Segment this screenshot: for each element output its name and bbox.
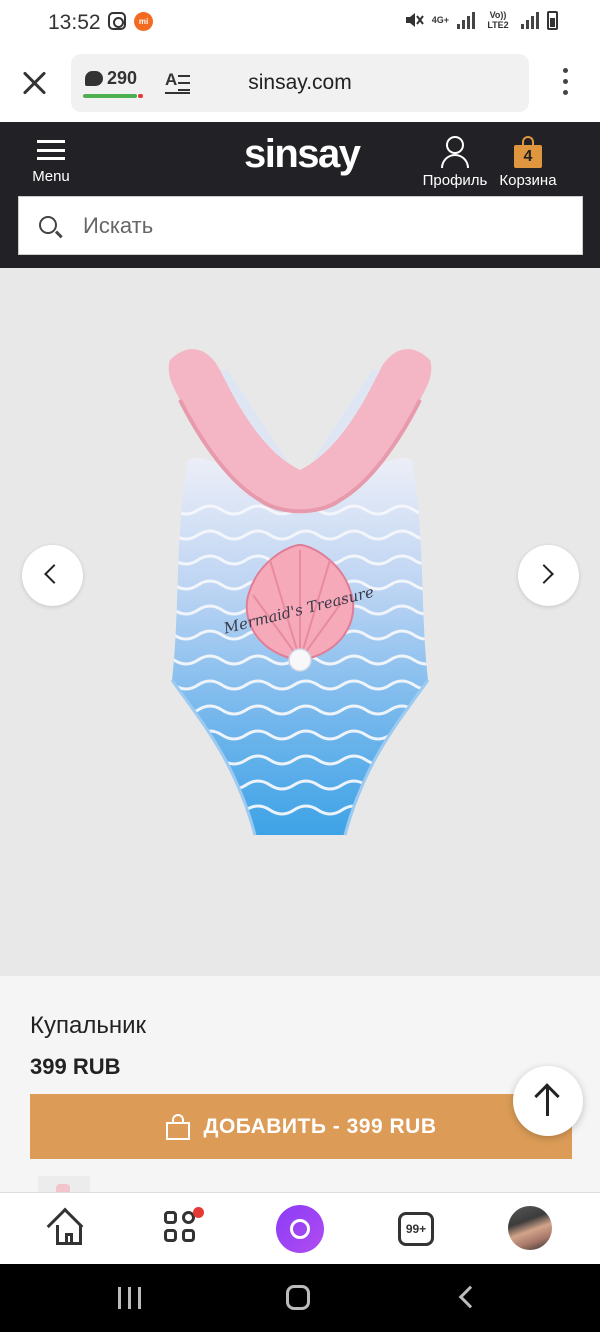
menu-label: Menu: [32, 168, 70, 185]
product-gallery[interactable]: Mermaid's Treasure: [0, 268, 600, 976]
network-type: 4G+: [431, 15, 449, 25]
bag-icon: [165, 1113, 190, 1140]
status-time: 13:52: [48, 11, 101, 34]
cart-count: 4: [514, 145, 542, 168]
product-info: Купальник 399 RUB ДОБАВИТЬ - 399 RUB: [0, 976, 600, 1192]
tabs-icon[interactable]: 99+: [396, 1207, 440, 1251]
system-nav-bar: [0, 1264, 600, 1332]
url-field[interactable]: 290 A sinsay.com: [71, 54, 529, 112]
battery-icon: [547, 10, 558, 30]
menu-button[interactable]: Menu: [28, 140, 74, 185]
product-name: Купальник: [30, 1012, 146, 1039]
status-bar: 13:52 mi 4G+ Vo)) LTE2: [0, 0, 600, 46]
recents-icon[interactable]: [118, 1287, 142, 1309]
cart-label: Корзина: [499, 172, 557, 189]
home-icon[interactable]: [46, 1207, 91, 1251]
product-image: Mermaid's Treasure: [168, 349, 432, 836]
cart-button[interactable]: 4 Корзина: [494, 136, 562, 189]
mi-notification-icon: mi: [134, 12, 153, 31]
close-icon[interactable]: [18, 66, 52, 100]
scroll-to-top-button[interactable]: [513, 1066, 583, 1136]
alice-icon[interactable]: [276, 1205, 324, 1253]
signal-icon: [457, 11, 475, 29]
status-icons: 4G+ Vo)) LTE2: [404, 10, 558, 30]
search-icon: [39, 216, 57, 234]
prev-image-button[interactable]: [22, 545, 83, 606]
product-thumbnail[interactable]: [38, 1176, 90, 1192]
chevron-left-icon: [44, 564, 64, 584]
back-icon[interactable]: [458, 1285, 482, 1309]
more-vert-icon[interactable]: [557, 68, 573, 100]
avatar[interactable]: [508, 1206, 552, 1250]
profile-icon: [440, 136, 470, 168]
browser-address-bar: 290 A sinsay.com: [0, 46, 600, 122]
add-to-cart-button[interactable]: ДОБАВИТЬ - 399 RUB: [30, 1094, 572, 1159]
next-image-button[interactable]: [518, 545, 579, 606]
site-header: Menu sinsay Профиль 4 Корзина: [0, 122, 600, 268]
browser-bottom-nav: 99+: [0, 1192, 600, 1264]
volte-label: Vo)) LTE2: [487, 10, 509, 30]
profile-label: Профиль: [422, 172, 488, 189]
product-price: 399 RUB: [30, 1054, 121, 1079]
sinsay-logo[interactable]: sinsay: [244, 132, 361, 177]
tabs-count: 99+: [398, 1212, 434, 1246]
chevron-right-icon: [534, 564, 554, 584]
cart-icon: 4: [514, 136, 542, 168]
instagram-icon: [108, 12, 126, 30]
search-box[interactable]: [18, 196, 583, 255]
add-to-cart-label: ДОБАВИТЬ - 399 RUB: [203, 1114, 437, 1138]
mute-icon: [405, 13, 424, 27]
system-home-icon[interactable]: [286, 1285, 310, 1310]
menu-icon: [37, 140, 65, 160]
search-input[interactable]: [83, 211, 563, 241]
apps-icon[interactable]: [162, 1207, 206, 1251]
notification-dot: [193, 1207, 204, 1218]
url-text: sinsay.com: [248, 71, 352, 94]
profile-button[interactable]: Профиль: [420, 136, 490, 189]
signal-icon-2: [521, 11, 539, 29]
